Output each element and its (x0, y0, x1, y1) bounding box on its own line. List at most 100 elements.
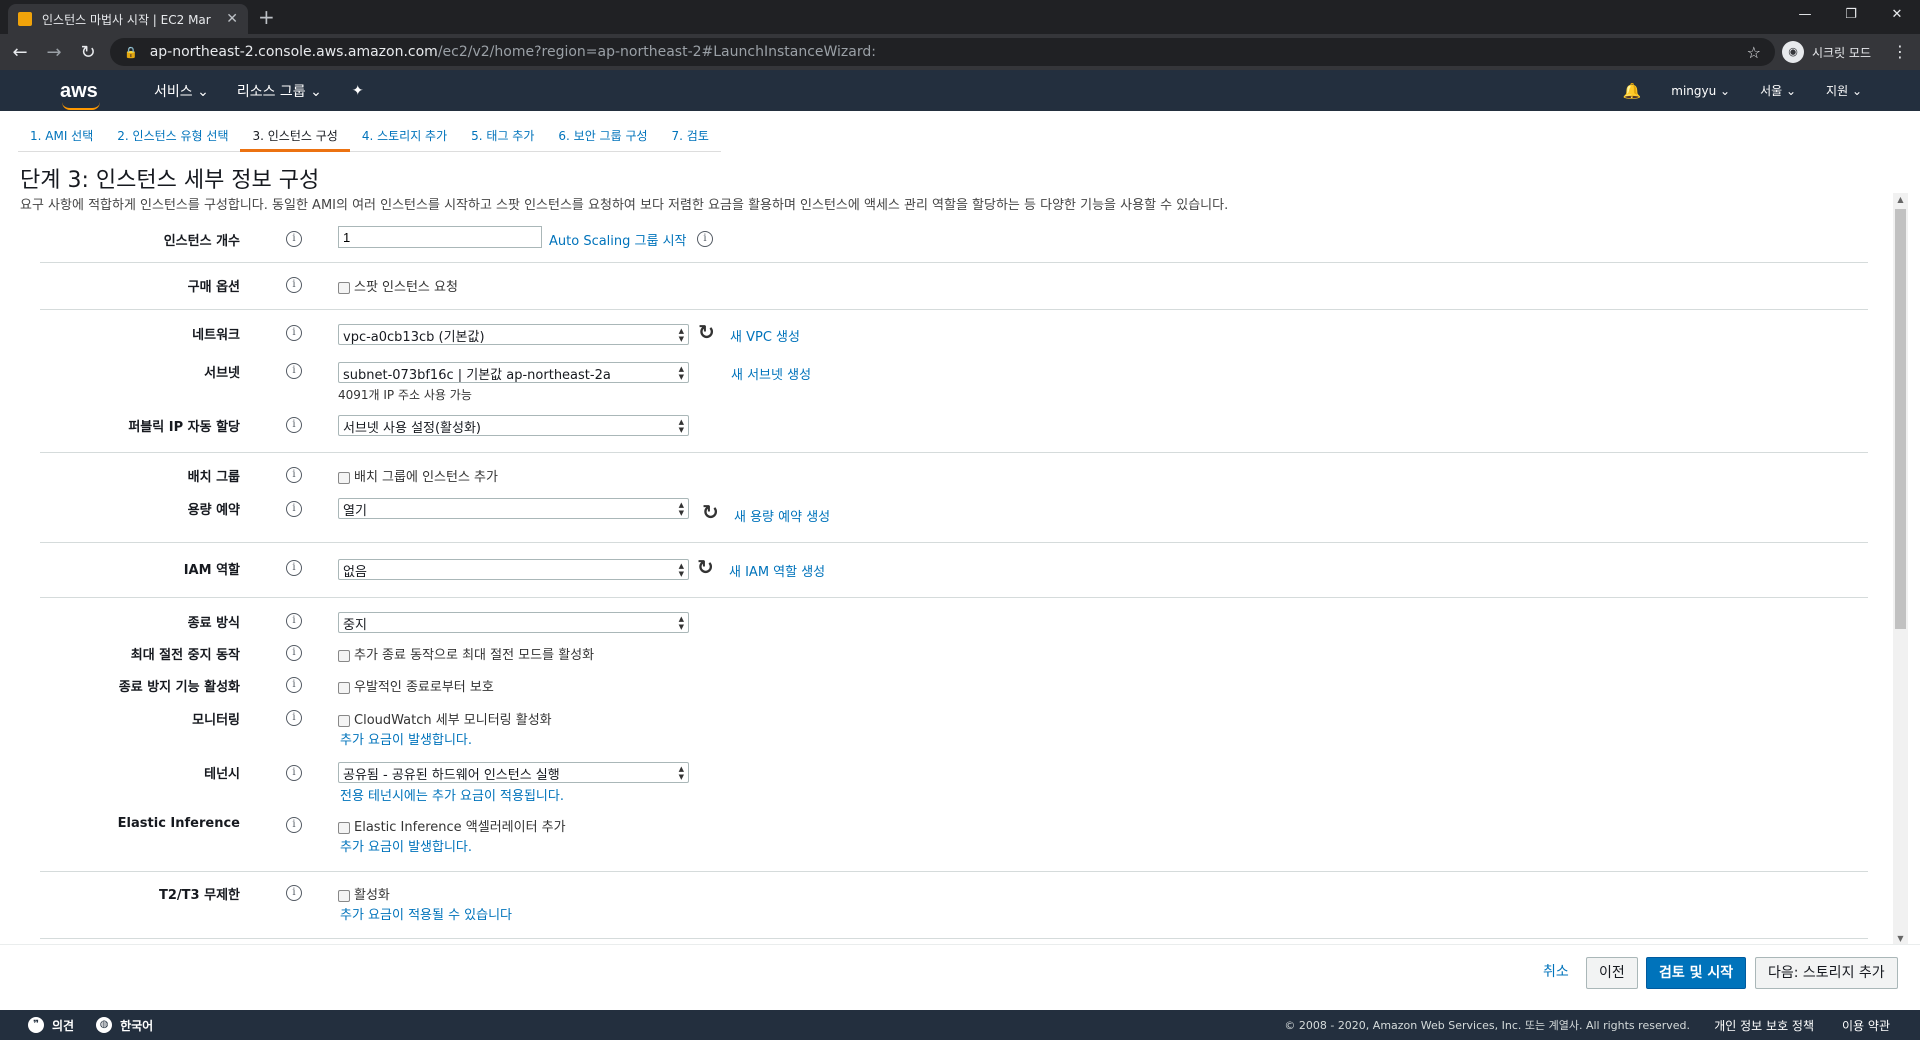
instance-count-input[interactable] (338, 226, 542, 248)
region-menu[interactable]: 서울 ⌄ (1760, 82, 1796, 99)
bell-icon[interactable]: 🔔 (1623, 82, 1642, 100)
hibernate-label: 최대 절전 중지 동작 (130, 648, 240, 663)
row-capacity-reservation: 용량 예약 i 열기 ▲ ▼ ↻ 새 용량 예약 생성 (0, 498, 1890, 525)
select-arrow-icon: ▲ ▼ (678, 765, 684, 781)
tab-review[interactable]: 7. 검토 (659, 120, 721, 152)
close-window-icon[interactable]: ✕ (1874, 0, 1920, 30)
subnet-label: 서브넷 (204, 366, 240, 381)
auto-scaling-link[interactable]: Auto Scaling 그룹 시작 (549, 230, 687, 249)
divider (40, 871, 1868, 872)
info-icon[interactable]: i (286, 613, 302, 629)
tab-security-group[interactable]: 6. 보안 그룹 구성 (546, 120, 660, 152)
account-menu[interactable]: mingyu ⌄ (1671, 84, 1730, 98)
tab-instance-type[interactable]: 2. 인스턴스 유형 선택 (105, 120, 241, 152)
refresh-icon[interactable]: ↻ (698, 320, 715, 344)
wizard-steps: 1. AMI 선택 2. 인스턴스 유형 선택 3. 인스턴스 구성 4. 스토… (18, 120, 721, 152)
info-icon[interactable]: i (697, 231, 713, 247)
spot-request-checkbox[interactable] (338, 281, 350, 294)
select-arrow-icon: ▲ ▼ (678, 615, 684, 631)
info-icon[interactable]: i (286, 677, 302, 693)
minimize-icon[interactable]: — (1782, 0, 1828, 30)
info-icon[interactable]: i (286, 645, 302, 661)
info-icon[interactable]: i (286, 765, 302, 781)
incognito-indicator[interactable]: ◉ 시크릿 모드 (1782, 40, 1871, 64)
forward-icon[interactable]: → (40, 42, 68, 63)
tenancy-select[interactable]: 공유됨 - 공유된 하드웨어 인스턴스 실행 ▲ ▼ (338, 762, 689, 783)
scroll-up-icon[interactable]: ▲ (1893, 195, 1908, 204)
page-title: 단계 3: 인스턴스 세부 정보 구성 (20, 168, 320, 193)
services-menu[interactable]: 서비스 ⌄ (154, 81, 209, 101)
info-icon[interactable]: i (286, 710, 302, 726)
close-tab-icon[interactable]: ✕ (226, 11, 238, 27)
tab-storage[interactable]: 4. 스토리지 추가 (349, 120, 460, 152)
monitoring-charge-link[interactable]: 추가 요금이 발생합니다. (340, 729, 472, 748)
shutdown-behavior-select[interactable]: 중지 ▲ ▼ (338, 612, 689, 633)
tab-configure-instance[interactable]: 3. 인스턴스 구성 (240, 120, 350, 152)
info-icon[interactable]: i (286, 231, 302, 247)
refresh-icon[interactable]: ↻ (702, 500, 719, 524)
capacity-reservation-select[interactable]: 열기 ▲ ▼ (338, 498, 689, 519)
select-arrow-icon: ▲ ▼ (678, 365, 684, 381)
aws-smile-icon (62, 102, 100, 110)
support-menu[interactable]: 지원 ⌄ (1826, 82, 1862, 99)
aws-logo[interactable]: aws (60, 79, 104, 110)
refresh-icon[interactable]: ↻ (697, 555, 714, 579)
termination-protection-checkbox-label: 우발적인 종료로부터 보호 (354, 680, 494, 695)
review-and-launch-button[interactable]: 검토 및 시작 (1646, 957, 1747, 989)
divider (40, 938, 1868, 939)
dedicated-tenancy-link[interactable]: 전용 테넌시에는 추가 요금이 적용됩니다. (340, 785, 564, 804)
tenancy-value: 공유됨 - 공유된 하드웨어 인스턴스 실행 (343, 768, 560, 783)
info-icon[interactable]: i (286, 885, 302, 901)
url-host: ap-northeast-2.console.aws.amazon.com (149, 44, 438, 60)
previous-button[interactable]: 이전 (1586, 957, 1638, 989)
elastic-inference-charge-link[interactable]: 추가 요금이 발생합니다. (340, 836, 472, 855)
reload-icon[interactable]: ↻ (74, 42, 102, 63)
create-subnet-link[interactable]: 새 서브넷 생성 (731, 364, 811, 383)
cancel-button[interactable]: 취소 (1531, 957, 1581, 989)
info-icon[interactable]: i (286, 501, 302, 517)
browser-tab[interactable]: 인스턴스 마법사 시작 | EC2 Mar ✕ (8, 4, 248, 34)
info-icon[interactable]: i (286, 817, 302, 833)
placement-group-checkbox[interactable] (338, 471, 350, 484)
info-icon[interactable]: i (286, 467, 302, 483)
privacy-policy-link[interactable]: 개인 정보 보호 정책 (1714, 1017, 1814, 1034)
hibernate-checkbox[interactable] (338, 649, 350, 662)
address-bar[interactable]: 🔒 ap-northeast-2.console.aws.amazon.com /… (110, 38, 1775, 66)
aws-logo-text: aws (60, 79, 98, 102)
bookmark-star-icon[interactable]: ☆ (1747, 43, 1761, 62)
restore-icon[interactable]: ❐ (1828, 0, 1874, 30)
new-tab-button[interactable]: + (258, 5, 275, 29)
t2t3-charge-link[interactable]: 추가 요금이 적용될 수 있습니다 (340, 904, 512, 923)
network-select[interactable]: vpc-a0cb13cb (기본값) ▲ ▼ (338, 324, 689, 345)
create-iam-role-link[interactable]: 새 IAM 역할 생성 (729, 561, 825, 580)
info-icon[interactable]: i (286, 277, 302, 293)
page-description: 요구 사항에 적합하게 인스턴스를 구성합니다. 동일한 AMI의 여러 인스턴… (20, 198, 1229, 213)
termination-protection-checkbox[interactable] (338, 681, 350, 694)
language-selector[interactable]: ◍ 한국어 (96, 1017, 153, 1034)
pin-icon[interactable]: ✦ (352, 83, 364, 99)
info-icon[interactable]: i (286, 560, 302, 576)
elastic-inference-checkbox[interactable] (338, 821, 350, 834)
info-icon[interactable]: i (286, 325, 302, 341)
row-network: 네트워크 i vpc-a0cb13cb (기본값) ▲ ▼ ↻ 새 VPC 생성 (0, 320, 1890, 345)
info-icon[interactable]: i (286, 363, 302, 379)
feedback-button[interactable]: ❞ 의견 (28, 1017, 74, 1034)
divider (40, 542, 1868, 543)
network-label: 네트워크 (192, 328, 240, 343)
create-capacity-reservation-link[interactable]: 새 용량 예약 생성 (734, 506, 830, 525)
monitoring-label: 모니터링 (192, 713, 240, 728)
terms-link[interactable]: 이용 약관 (1842, 1017, 1890, 1034)
info-icon[interactable]: i (286, 417, 302, 433)
browser-menu-icon[interactable]: ⋮ (1892, 42, 1908, 61)
resource-groups-menu[interactable]: 리소스 그룹 ⌄ (237, 81, 322, 101)
tab-tags[interactable]: 5. 태그 추가 (459, 120, 547, 152)
back-icon[interactable]: ← (6, 42, 34, 63)
monitoring-checkbox[interactable] (338, 714, 350, 727)
create-vpc-link[interactable]: 새 VPC 생성 (730, 326, 800, 345)
tab-ami[interactable]: 1. AMI 선택 (18, 120, 106, 152)
next-add-storage-button[interactable]: 다음: 스토리지 추가 (1755, 957, 1898, 989)
public-ip-select[interactable]: 서브넷 사용 설정(활성화) ▲ ▼ (338, 415, 689, 436)
subnet-select[interactable]: subnet-073bf16c | 기본값 ap-northeast-2a ▲ ▼ (338, 362, 689, 383)
t2t3-unlimited-checkbox[interactable] (338, 889, 350, 902)
iam-role-select[interactable]: 없음 ▲ ▼ (338, 559, 689, 580)
